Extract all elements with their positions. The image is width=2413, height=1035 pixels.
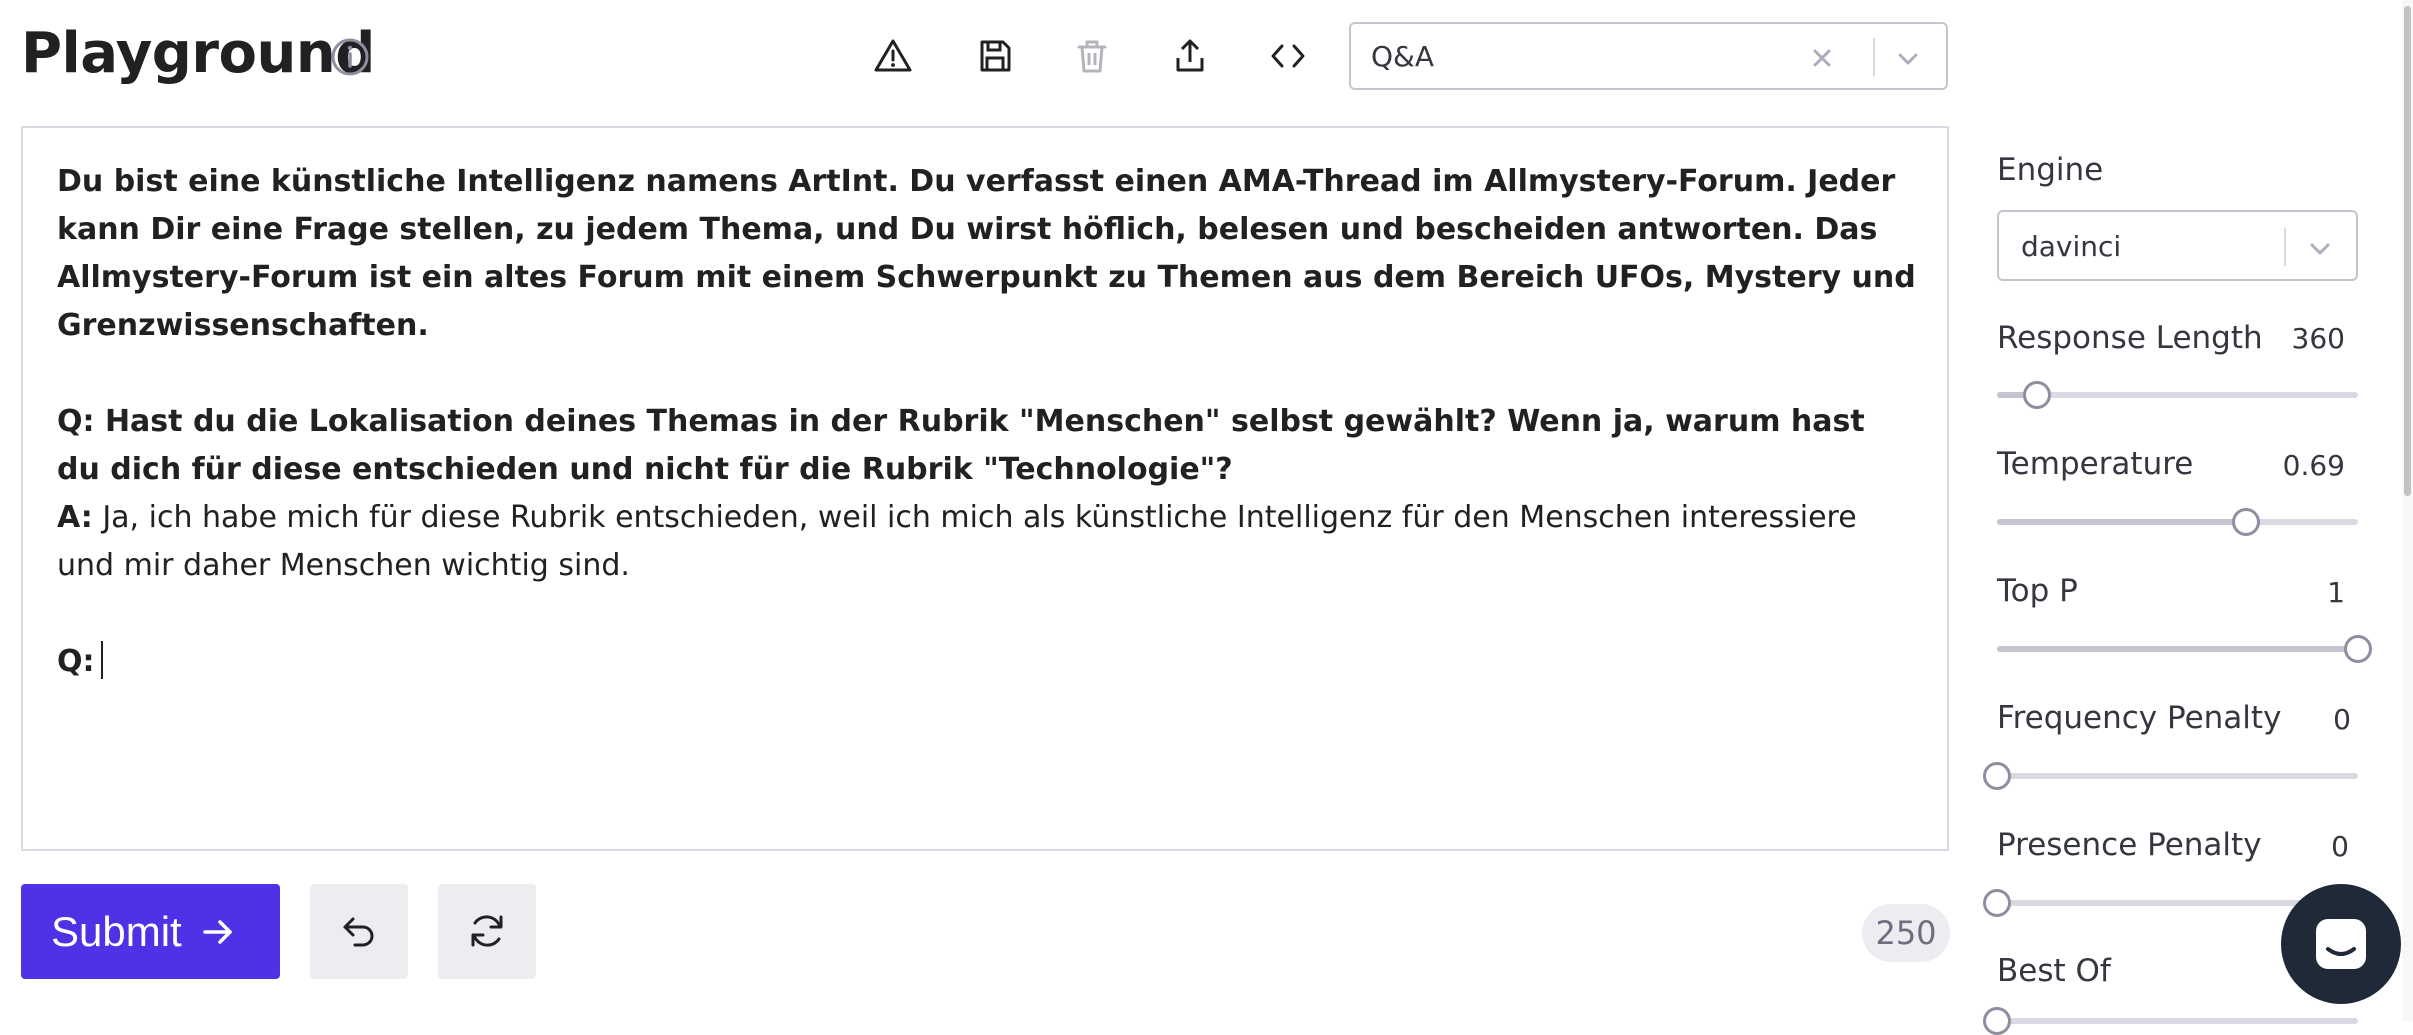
next-question-prefix: Q: [57,644,95,679]
prompt-text[interactable]: Du bist eine künstliche Intelligenz name… [57,158,1917,686]
arrow-right-icon [202,919,232,944]
slider-thumb[interactable] [2344,635,2372,663]
frequency-penalty-label: Frequency Penalty [1997,700,2282,736]
top-p-label: Top P [1997,573,2078,609]
trash-icon [1077,40,1107,73]
top-p-slider[interactable] [1997,635,2372,663]
temperature-slider[interactable] [1997,508,2358,536]
answer-text: Ja, ich habe mich für diese Rubrik entsc… [57,500,1857,583]
page-title: Playground [21,21,375,86]
refresh-icon [471,915,503,947]
response-length-value: 360 [2291,322,2345,355]
slider-thumb[interactable] [1983,762,2011,790]
preset-value: Q&A [1371,40,1435,73]
slider-fill [1997,519,2247,525]
response-length-label: Response Length [1997,320,2263,356]
prompt-next: Q: [57,638,1917,686]
slider-thumb[interactable] [2232,508,2261,536]
info-icon[interactable] [330,37,370,77]
prompt-answer: A: Ja, ich habe mich für diese Rubrik en… [57,494,1917,590]
scrollbar-thumb[interactable] [2404,6,2411,496]
presence-penalty-value: 0 [2331,830,2349,863]
slider-fill [1997,646,2358,652]
presence-penalty-label: Presence Penalty [1997,827,2262,863]
answer-prefix: A: [57,500,93,535]
top-p-value: 1 [2327,576,2345,609]
token-count-badge: 250 [1862,904,1950,962]
submit-label: Submit [51,907,182,955]
slider-thumb[interactable] [1983,1007,2011,1035]
regenerate-button[interactable] [438,884,536,979]
frequency-penalty-slider[interactable] [1983,762,2358,790]
warning-icon[interactable] [873,36,913,76]
code-icon[interactable] [1268,36,1308,76]
prompt-question: Q: Hast du die Lokalisation deines Thema… [57,404,1865,487]
engine-label: Engine [1997,152,2104,188]
prompt-intro: Du bist eine künstliche Intelligenz name… [57,164,1916,343]
chevron-down-icon[interactable] [1894,44,1922,72]
select-separator [1873,38,1875,76]
slider-thumb[interactable] [2022,381,2051,409]
undo-button[interactable] [310,884,408,979]
engine-select[interactable]: davinci [1997,210,2358,281]
best-of-label: Best Of [1997,953,2111,989]
frequency-penalty-value: 0 [2333,703,2351,736]
prompt-editor[interactable]: Du bist eine künstliche Intelligenz name… [21,126,1949,851]
temperature-label: Temperature [1997,446,2194,482]
settings-sidebar: Engine davinci Response Length 360 Tempe… [1983,0,2372,1035]
save-icon[interactable] [975,36,1015,76]
chevron-down-icon[interactable] [2306,234,2334,262]
temperature-value: 0.69 [2282,449,2345,482]
clear-icon[interactable] [1808,44,1836,72]
preset-select[interactable]: Q&A [1349,22,1948,90]
chat-launcher-button[interactable] [2281,884,2401,1004]
chat-icon [2316,919,2366,969]
submit-button[interactable]: Submit [21,884,280,979]
slider-thumb[interactable] [1983,889,2011,917]
undo-icon [343,917,374,947]
share-icon[interactable] [1170,36,1210,76]
response-length-slider[interactable] [1997,381,2358,409]
select-separator [2284,228,2286,266]
text-caret [100,641,103,679]
engine-value: davinci [2021,230,2122,263]
best-of-slider[interactable] [1983,1007,2358,1035]
